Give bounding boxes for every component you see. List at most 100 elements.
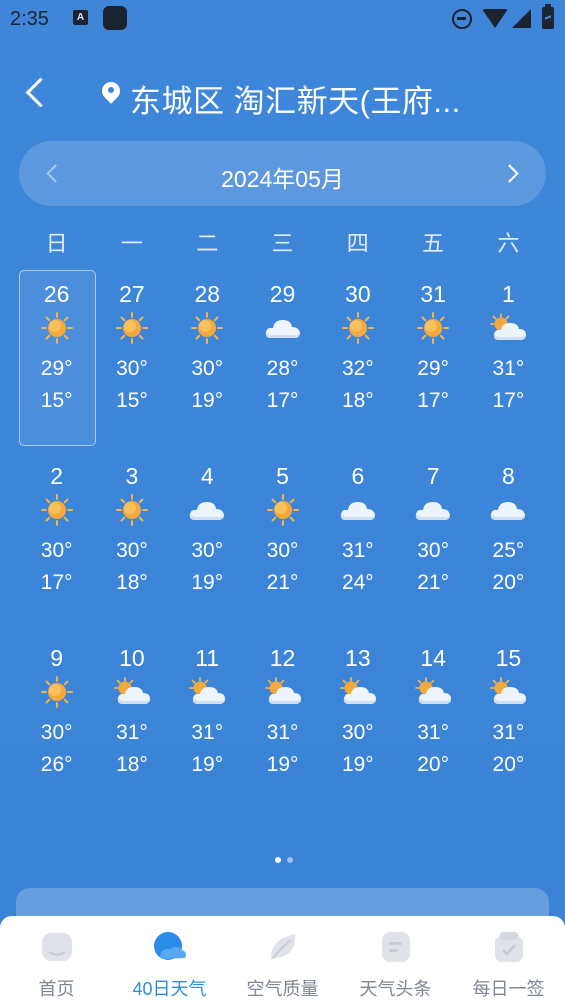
high-temp: 30° — [40, 721, 73, 744]
wifi-icon — [482, 9, 508, 28]
day-cell[interactable]: 2 30° 17° — [19, 452, 94, 634]
day-cell[interactable]: 28 30° 19° — [170, 270, 245, 452]
nav-air-quality[interactable]: 空气质量 — [226, 916, 339, 1004]
weekday-mon: 一 — [120, 231, 143, 256]
weekday-wed: 三 — [271, 231, 294, 256]
back-button[interactable] — [18, 74, 58, 114]
day-cell[interactable]: 5 30° 21° — [245, 452, 320, 634]
cloudy-icon — [338, 494, 378, 526]
day-cell-selected[interactable]: 26 29° 15° — [19, 270, 97, 452]
low-temp: 21° — [266, 571, 299, 594]
nav-label: 40日天气 — [132, 979, 207, 999]
sunny-icon — [37, 676, 77, 708]
cloudy-icon — [413, 494, 453, 526]
low-temp: 20° — [492, 753, 525, 776]
day-cell[interactable]: 3 30° 18° — [94, 452, 169, 634]
day-cell[interactable]: 11 31° 19° — [170, 634, 245, 816]
high-temp: 30° — [116, 357, 148, 380]
low-temp: 17° — [266, 389, 299, 412]
day-cell[interactable]: 1 31° 17° — [471, 270, 546, 452]
low-temp: 15° — [116, 389, 148, 412]
day-number: 8 — [502, 463, 515, 489]
nav-daily-sign[interactable]: 每日一签 — [452, 916, 565, 1004]
day-number: 15 — [495, 645, 522, 671]
day-cell[interactable]: 13 30° 19° — [320, 634, 395, 816]
nav-label: 空气质量 — [246, 979, 319, 999]
day-cell[interactable]: 15 31° 20° — [471, 634, 546, 816]
sunny-icon — [187, 312, 227, 344]
high-temp: 28° — [266, 357, 299, 380]
bottom-nav: 首页 40日天气 空气质量 天气头条 每日一签 — [0, 916, 565, 1004]
page-dot — [275, 857, 281, 863]
leaf-icon — [265, 930, 301, 964]
high-temp: 30° — [116, 539, 148, 562]
nav-weather-news[interactable]: 天气头条 — [339, 916, 452, 1004]
news-icon — [378, 930, 414, 964]
forecast-40-day-icon — [152, 930, 188, 964]
day-number: 27 — [119, 281, 145, 307]
high-temp: 30° — [40, 539, 73, 562]
day-cell[interactable]: 14 31° 20° — [395, 634, 470, 816]
page-dot — [287, 857, 293, 863]
day-number: 4 — [200, 463, 214, 489]
nav-label: 首页 — [38, 979, 75, 999]
day-cell[interactable]: 30 32° 18° — [320, 270, 395, 452]
day-number: 31 — [420, 281, 446, 307]
high-temp: 31° — [341, 539, 374, 562]
day-number: 9 — [50, 645, 64, 671]
cell-signal-icon — [512, 9, 531, 28]
daily-sign-icon — [491, 930, 527, 964]
sunny-icon — [112, 494, 152, 526]
nav-40-day-weather[interactable]: 40日天气 — [113, 916, 226, 1004]
do-not-disturb-icon — [452, 9, 472, 29]
day-number: 13 — [345, 645, 371, 671]
day-cell[interactable]: 27 30° 15° — [94, 270, 169, 452]
day-number: 29 — [269, 281, 296, 307]
nav-label: 天气头条 — [359, 979, 432, 999]
nav-home[interactable]: 首页 — [0, 916, 113, 1004]
day-cell[interactable]: 29 28° 17° — [245, 270, 320, 452]
sunny-icon — [37, 494, 77, 526]
month-label: 2024年05月 — [221, 166, 344, 192]
low-temp: 19° — [191, 389, 224, 412]
day-cell[interactable]: 8 25° 20° — [471, 452, 546, 634]
status-time: 2:35 — [10, 8, 49, 30]
cloudy-icon — [488, 494, 528, 526]
sunny-icon — [37, 312, 77, 344]
day-cell[interactable]: 9 30° 26° — [19, 634, 94, 816]
weekday-thu: 四 — [346, 231, 369, 256]
day-number: 10 — [119, 645, 145, 671]
sunny-icon — [263, 494, 303, 526]
day-cell[interactable]: 4 30° 19° — [170, 452, 245, 634]
weekday-fri: 五 — [422, 231, 445, 256]
calendar-grid: 26 29° 15° 27 30° 15° 28 30° 19° 29 28° 17° 30 32° 18°… — [19, 270, 546, 816]
day-number: 3 — [125, 463, 139, 489]
day-number: 2 — [50, 463, 64, 489]
low-temp: 15° — [40, 389, 73, 412]
day-number: 30 — [345, 281, 371, 307]
low-temp: 18° — [116, 753, 148, 776]
day-cell[interactable]: 12 31° 19° — [245, 634, 320, 816]
location-title[interactable]: 东城区 淘汇新天(王府... — [130, 76, 461, 121]
day-cell[interactable]: 10 31° 18° — [94, 634, 169, 816]
partly-cloudy-icon — [488, 676, 528, 708]
weekday-sun: 日 — [45, 231, 68, 256]
sunny-icon — [413, 312, 453, 344]
high-temp: 25° — [492, 539, 525, 562]
nav-label: 每日一签 — [472, 979, 545, 999]
day-cell[interactable]: 31 29° 17° — [395, 270, 470, 452]
high-temp: 31° — [492, 721, 525, 744]
next-month-button[interactable] — [494, 155, 530, 191]
battery-charging-icon — [542, 4, 554, 29]
high-temp: 31° — [116, 721, 148, 744]
partly-cloudy-icon — [338, 676, 378, 708]
day-number: 14 — [420, 645, 446, 671]
partly-cloudy-icon — [263, 676, 303, 708]
day-cell[interactable]: 7 30° 21° — [395, 452, 470, 634]
day-cell[interactable]: 6 31° 24° — [320, 452, 395, 634]
day-number: 26 — [43, 281, 70, 307]
low-temp: 20° — [492, 571, 525, 594]
low-temp: 18° — [341, 389, 374, 412]
day-number: 7 — [426, 463, 440, 489]
low-temp: 19° — [191, 571, 224, 594]
